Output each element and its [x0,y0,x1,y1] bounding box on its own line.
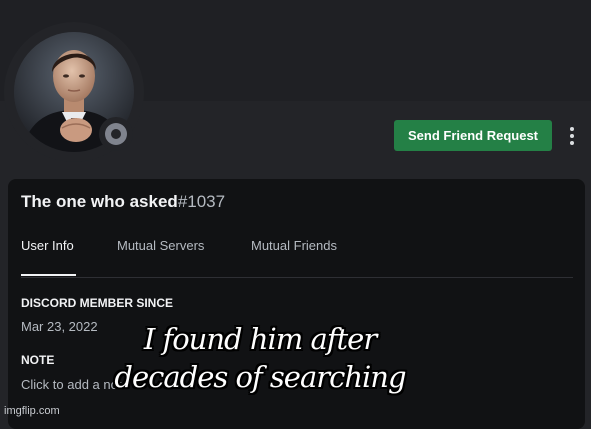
meme-caption: I found him after decades of searching [60,320,460,396]
imgflip-watermark: imgflip.com [4,405,60,417]
tab-user-info[interactable]: User Info [21,238,74,253]
send-friend-request-button[interactable]: Send Friend Request [394,120,552,151]
display-name: The one who asked [21,192,178,211]
tab-mutual-servers[interactable]: Mutual Servers [117,238,204,253]
tab-mutual-friends[interactable]: Mutual Friends [251,238,337,253]
username: The one who asked#1037 [21,192,225,212]
vertical-ellipsis-icon[interactable] [565,124,579,148]
caption-line-1: I found him after [143,322,377,356]
tab-divider [21,277,573,278]
active-tab-indicator [21,274,76,276]
member-since-title: DISCORD MEMBER SINCE [21,296,174,310]
discriminator: #1037 [177,192,226,211]
note-title: NOTE [21,353,55,367]
caption-line-2: decades of searching [114,360,406,394]
offline-status-icon [105,123,127,145]
